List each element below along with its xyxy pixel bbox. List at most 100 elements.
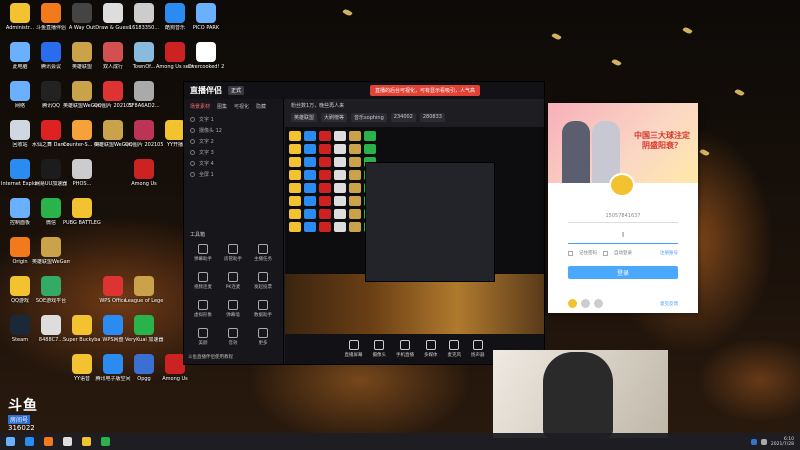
toolbox-item[interactable]: 弹幕助手 xyxy=(188,244,218,262)
stream-preview[interactable] xyxy=(285,127,544,334)
feedback-link[interactable]: 意见反馈 xyxy=(660,301,678,307)
visibility-icon[interactable] xyxy=(190,128,195,133)
register-link[interactable]: 注册账号 xyxy=(660,250,678,256)
desktop-icon-label: SOE游戏平台 xyxy=(35,298,67,304)
desktop-icon[interactable]: PHOS... xyxy=(64,159,100,187)
sidebar-tab[interactable]: 场景素材 xyxy=(190,103,210,110)
clock[interactable]: 6:10 2021/7/28 xyxy=(771,437,794,447)
tool-icon xyxy=(198,244,208,254)
banner-person xyxy=(562,121,590,183)
toolbox-item[interactable]: 美颜 xyxy=(188,328,218,346)
source-tool[interactable]: 扬声器 xyxy=(471,340,485,358)
weibo-login-icon[interactable] xyxy=(594,299,603,308)
source-tool-label: 直播屏幕 xyxy=(344,353,363,358)
account-field[interactable]: 15057841637 xyxy=(568,213,678,223)
folder-icon[interactable] xyxy=(82,437,91,446)
auto-login-label: 自动登录 xyxy=(614,251,632,256)
desktop-icon-label: Overcooked! 2 xyxy=(187,64,225,70)
desktop-icon[interactable]: League of Legends xyxy=(125,276,163,304)
mirror-icon xyxy=(349,170,361,180)
desktop-app-icon xyxy=(41,237,61,257)
promo-banner[interactable]: 直播的后台可视化，可有显示看吸引，人气高 xyxy=(370,85,481,96)
visibility-icon[interactable] xyxy=(190,117,195,122)
desktop-icon[interactable]: 5F8A6AD2... xyxy=(126,81,162,109)
tutorial-link[interactable]: 斗鱼直播伴侣使用教程 xyxy=(188,354,233,360)
douyu-taskbar-icon[interactable] xyxy=(44,437,53,446)
remember-label: 记住密码 xyxy=(579,251,597,256)
source-tool[interactable]: 麦克风 xyxy=(448,340,461,358)
toolbox-item[interactable]: 虚拟形象 xyxy=(188,300,218,318)
sidebar-tab[interactable]: 图集 xyxy=(217,103,227,110)
windows-start-icon[interactable] xyxy=(6,437,15,446)
network-icon[interactable] xyxy=(750,438,757,445)
info-chip: 280833 xyxy=(419,113,445,122)
edge-icon[interactable] xyxy=(25,437,34,446)
toolbox-item[interactable]: 弹幕墙 xyxy=(218,300,248,318)
desktop-icon[interactable]: SOE游戏平台 xyxy=(33,276,69,304)
source-tool[interactable]: 直播屏幕 xyxy=(345,340,363,358)
scene-item[interactable]: 文字 1 xyxy=(184,114,283,125)
toolbox-item[interactable]: 音效 xyxy=(218,328,248,346)
toolbox-item[interactable]: 视频连麦 xyxy=(188,272,218,290)
toolbox-item[interactable]: 数据助手 xyxy=(248,300,278,318)
desktop-icon-label: 英雄联盟WeGame版 xyxy=(32,259,70,265)
qq-login-icon[interactable] xyxy=(568,299,577,308)
title-bar[interactable]: 直播伴侣 正式 直播的后台可视化，可有显示看吸引，人气高 xyxy=(184,82,544,99)
login-button[interactable]: 登录 xyxy=(568,266,678,279)
scene-item[interactable]: 文字 3 xyxy=(184,147,283,158)
source-tool[interactable]: 摄像头 xyxy=(373,340,386,358)
wechat-login-icon[interactable] xyxy=(581,299,590,308)
desktop-icon[interactable]: PUBG BATTLEG... xyxy=(63,198,101,226)
sidebar-tab[interactable]: 可视化 xyxy=(234,103,249,110)
visibility-icon[interactable] xyxy=(190,139,195,144)
desktop-app-icon xyxy=(134,120,154,140)
source-tool[interactable]: 手机直播 xyxy=(396,340,414,358)
app-taskbar-icon[interactable] xyxy=(63,437,72,446)
mirror-icon xyxy=(289,144,301,154)
desktop-icon[interactable]: VeryKuai 加速器 xyxy=(125,315,163,343)
tool-label: PK连麦 xyxy=(225,285,241,290)
scene-item[interactable]: 文字 2 xyxy=(184,136,283,147)
source-tool-icon xyxy=(472,340,483,350)
visibility-icon[interactable] xyxy=(190,172,195,177)
desktop-icon[interactable]: PICO PARK xyxy=(188,3,224,31)
password-field[interactable]: I xyxy=(568,231,678,244)
auto-login-checkbox[interactable] xyxy=(603,250,608,256)
mirror-icon xyxy=(304,209,316,219)
desktop-icon[interactable]: Among Us xyxy=(126,159,162,187)
scene-item[interactable]: 摄像头 12 xyxy=(184,125,283,136)
scene-item[interactable]: 文字 4 xyxy=(184,158,283,169)
brand-logo: 斗鱼 xyxy=(8,398,38,414)
source-tool[interactable]: 多媒体 xyxy=(424,340,438,358)
tool-label: 房管助手 xyxy=(224,257,242,262)
visibility-icon[interactable] xyxy=(190,161,195,166)
live-app-window[interactable]: 直播伴侣 正式 直播的后台可视化，可有显示看吸引，人气高 场景素材 图集 可视化 隐藏… xyxy=(183,81,545,365)
desktop-app-icon xyxy=(134,42,154,62)
desktop-icon[interactable]: 英雄联盟WeGame版 xyxy=(32,237,70,265)
desktop-icon[interactable]: Overcooked! 2 xyxy=(188,42,224,70)
mirror-icon xyxy=(319,144,331,154)
chrome-icon[interactable] xyxy=(101,437,110,446)
toolbox-item[interactable]: 更多 xyxy=(248,328,278,346)
desktop-app-icon xyxy=(103,276,123,296)
visibility-icon[interactable] xyxy=(190,150,195,155)
desktop-app-icon xyxy=(103,120,123,140)
toolbox-item[interactable]: 主播任务 xyxy=(248,244,278,262)
source-tool-icon xyxy=(348,340,359,350)
login-dialog[interactable]: 中国三大球注定阴盛阳衰？ 15057841637 I 记住密码 自动登录 注册账… xyxy=(548,103,698,313)
mirror-icon xyxy=(364,131,376,141)
scene-item[interactable]: 全屏 1 xyxy=(184,169,283,180)
toolbox-item[interactable]: 发起投票 xyxy=(248,272,278,290)
desktop-app-icon xyxy=(103,315,123,335)
desktop-app-icon xyxy=(165,120,185,140)
preview-desktop-mirror xyxy=(289,131,376,232)
tool-label: 音效 xyxy=(228,341,238,346)
app-logo: 直播伴侣 xyxy=(190,86,222,95)
toolbox-item[interactable]: PK连麦 xyxy=(218,272,248,290)
sidebar-tab[interactable]: 隐藏 xyxy=(256,103,266,110)
toolbox-item[interactable]: 房管助手 xyxy=(218,244,248,262)
desktop-app-icon xyxy=(134,3,154,23)
remember-checkbox[interactable] xyxy=(568,250,573,256)
desktop-app-icon xyxy=(10,42,30,62)
volume-icon[interactable] xyxy=(760,438,767,445)
